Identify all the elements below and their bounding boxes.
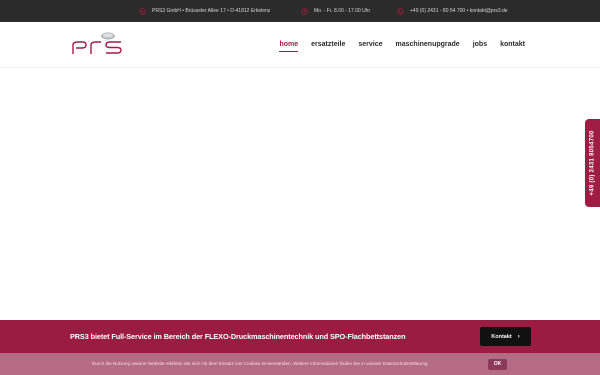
- contact-text[interactable]: +49 (0) 2431 - 80 54 700 • kontakt@prs3.…: [410, 8, 508, 14]
- cookie-ok-button[interactable]: OK: [488, 359, 507, 370]
- phone-side-tab[interactable]: +49 (0) 2431 8054700: [585, 119, 600, 207]
- nav-service[interactable]: service: [358, 41, 382, 48]
- hours-item: Mo. - Fr. 8.00 - 17.00 Uhr: [301, 0, 370, 22]
- chevron-right-icon: ›: [517, 333, 520, 340]
- nav-jobs[interactable]: jobs: [473, 41, 487, 48]
- nav-ersatzteile[interactable]: ersatzteile: [311, 41, 345, 48]
- main-nav: home ersatzteile service maschinenupgrad…: [266, 22, 525, 67]
- kontakt-button[interactable]: Kontakt ›: [480, 327, 531, 346]
- nav-maschinenupgrade[interactable]: maschinenupgrade: [396, 41, 460, 48]
- prs-logo[interactable]: [70, 30, 130, 56]
- cta-text: PRS3 bietet Full-Service im Bereich der …: [70, 332, 406, 341]
- cookie-bar: Durch die Nutzung unserer Website erklär…: [0, 353, 600, 375]
- address-text: PRS3 GmbH • Brüsseler Allee 17 • D-41812…: [152, 8, 271, 14]
- cookie-text: Durch die Nutzung unserer Website erklär…: [92, 361, 429, 366]
- phone-icon: [397, 7, 404, 15]
- address-item: PRS3 GmbH • Brüsseler Allee 17 • D-41812…: [139, 0, 270, 22]
- clock-icon: [301, 7, 308, 15]
- cta-band: PRS3 bietet Full-Service im Bereich der …: [0, 320, 600, 353]
- nav-kontakt[interactable]: kontakt: [500, 41, 525, 48]
- kontakt-button-label: Kontakt: [491, 333, 512, 340]
- top-info-bar: PRS3 GmbH • Brüsseler Allee 17 • D-41812…: [0, 0, 600, 22]
- hours-text: Mo. - Fr. 8.00 - 17.00 Uhr: [314, 8, 371, 14]
- nav-home[interactable]: home: [279, 41, 298, 52]
- contact-item[interactable]: +49 (0) 2431 - 80 54 700 • kontakt@prs3.…: [397, 0, 508, 22]
- side-tab-phone[interactable]: +49 (0) 2431 8054700: [590, 130, 596, 195]
- site-header: home ersatzteile service maschinenupgrad…: [0, 22, 600, 68]
- location-pin-icon: [139, 7, 146, 15]
